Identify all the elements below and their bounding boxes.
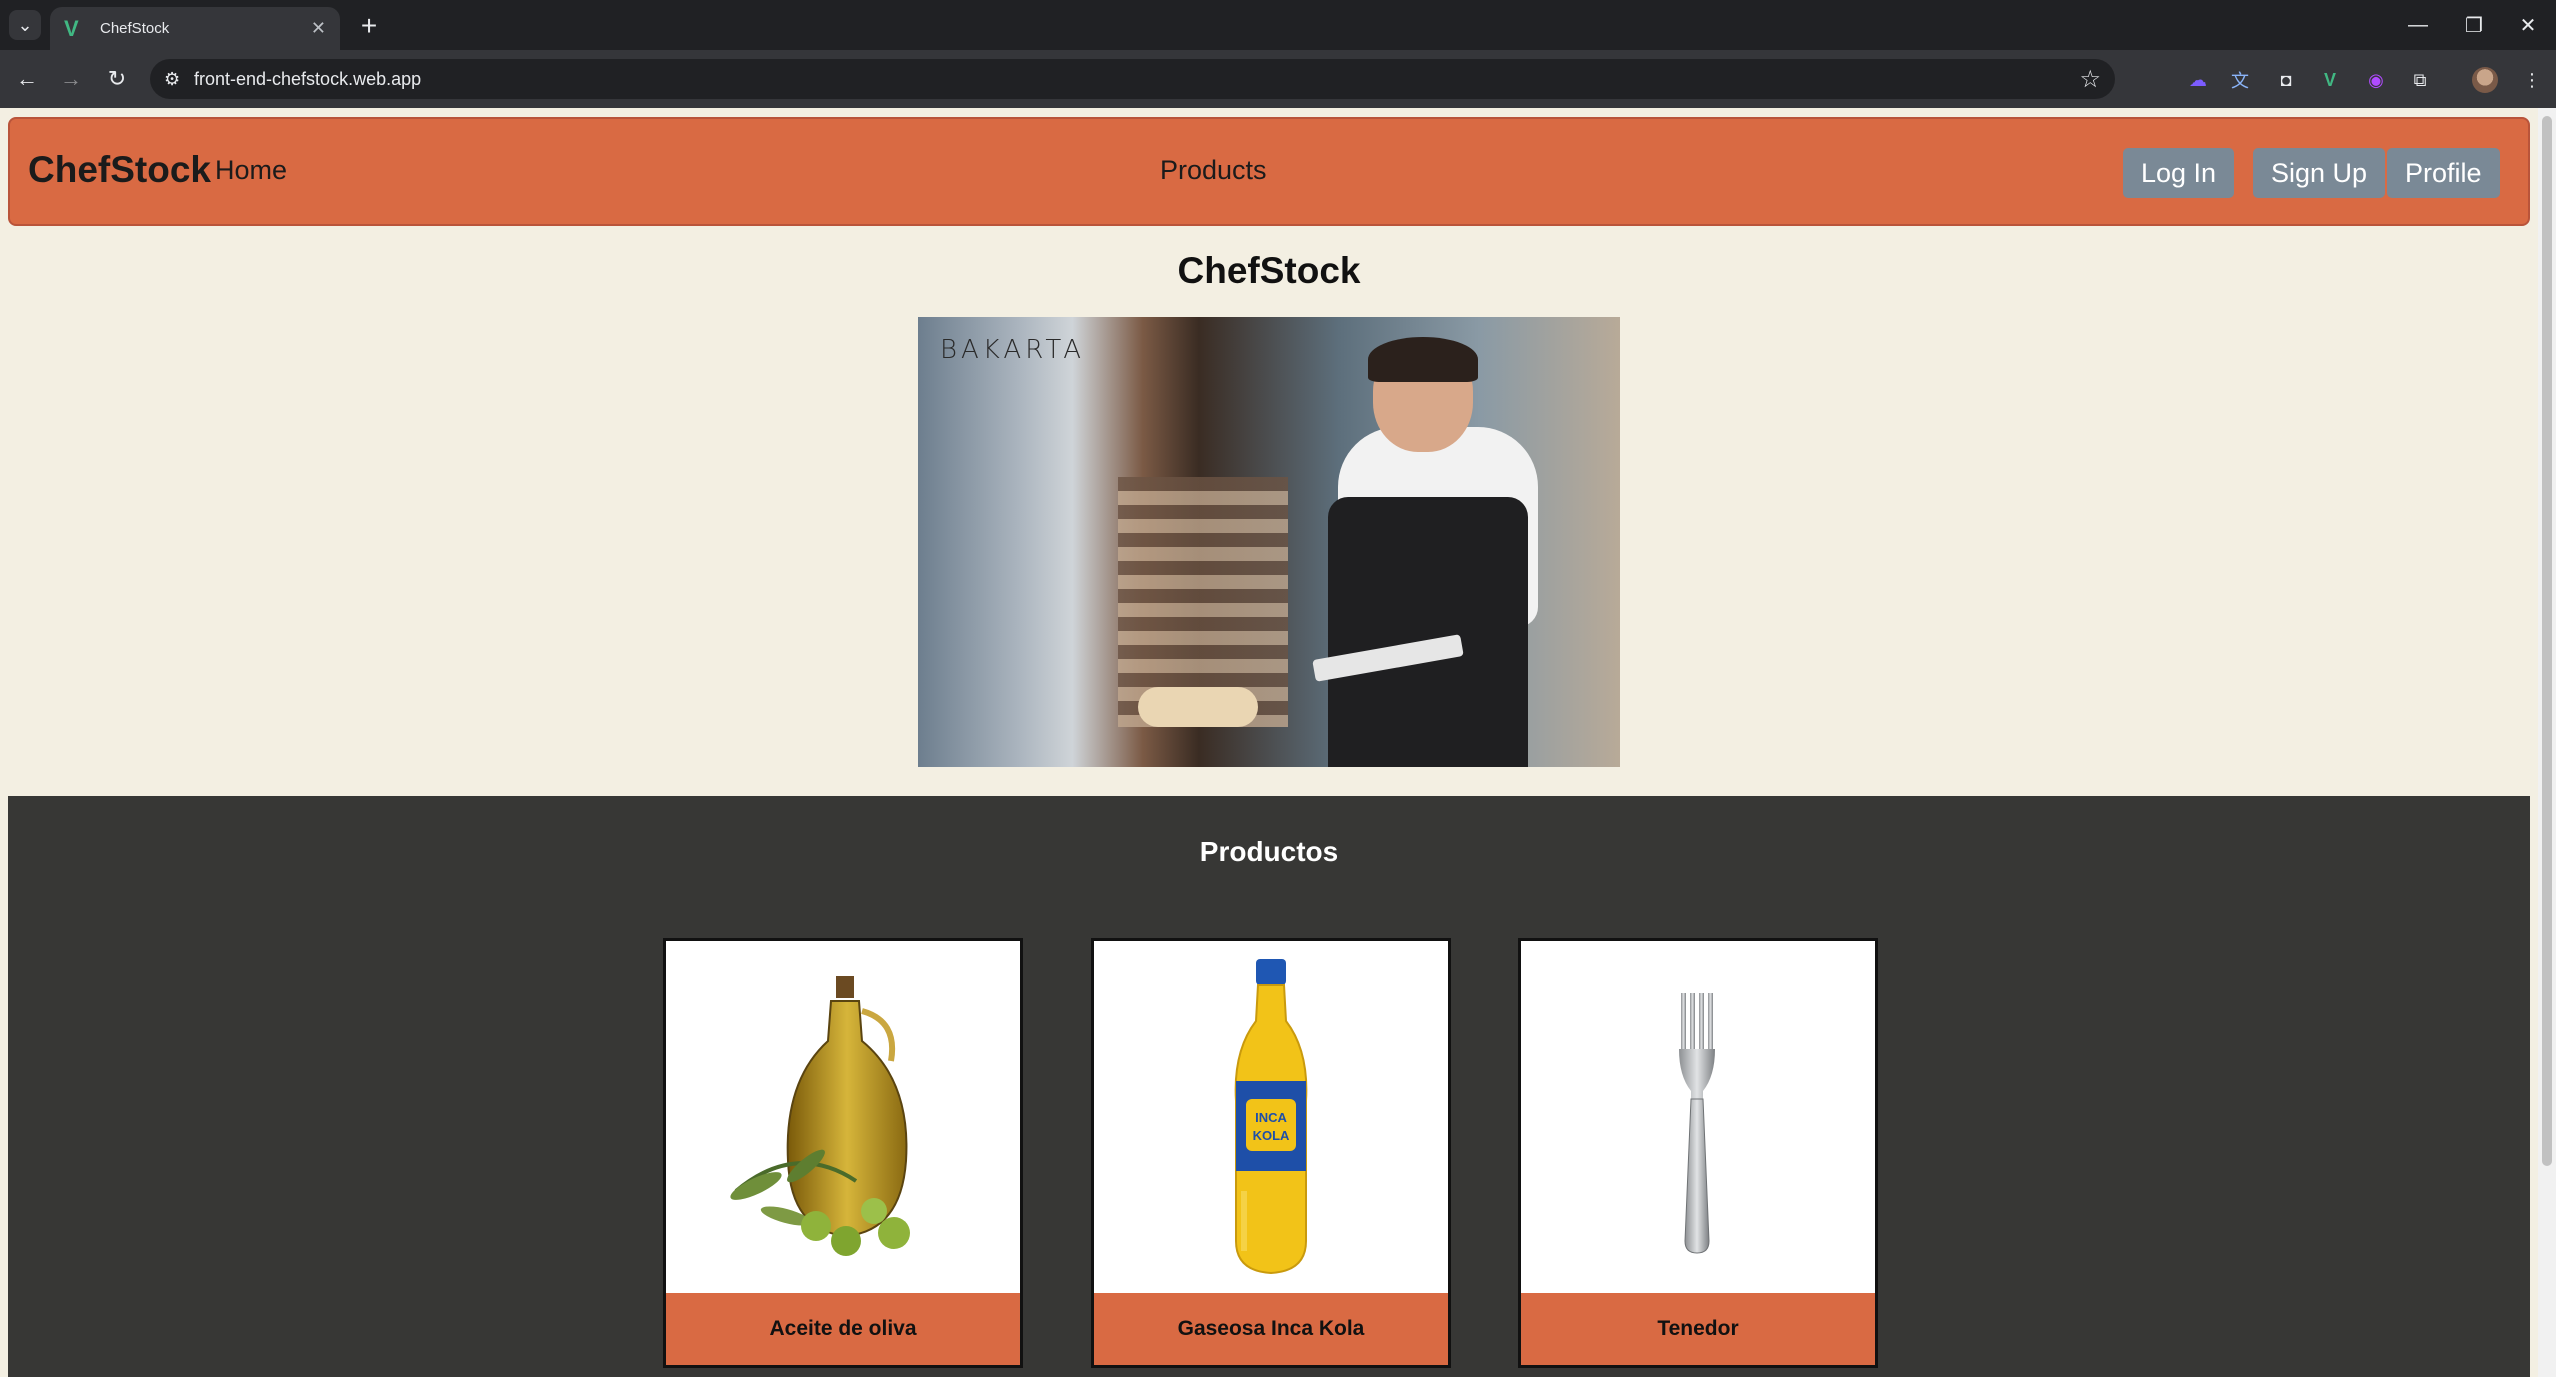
browser-toolbar: ← → ↻ ⚙ front-end-chefstock.web.app ☆ ☁ … bbox=[0, 50, 2556, 108]
olive-oil-image bbox=[666, 941, 1020, 1293]
profile-avatar-icon[interactable] bbox=[2472, 67, 2498, 93]
fork-image bbox=[1521, 941, 1875, 1293]
translate-icon[interactable]: 文 bbox=[2226, 66, 2254, 94]
products-heading: Productos bbox=[1199, 836, 1339, 867]
address-bar[interactable]: ⚙ front-end-chefstock.web.app ☆ bbox=[150, 59, 2115, 99]
product-card-aceite-de-oliva[interactable]: Aceite de oliva bbox=[663, 938, 1023, 1368]
product-card-gaseosa-inca-kola[interactable]: INCA KOLA Gaseosa Inca Kola bbox=[1091, 938, 1451, 1368]
site-navbar: ChefStock Home Products Log In Sign Up P… bbox=[8, 117, 2530, 226]
tab-search-button[interactable]: ⌄ bbox=[9, 10, 41, 40]
profile-button[interactable]: Profile bbox=[2387, 148, 2500, 198]
forward-icon[interactable]: → bbox=[56, 64, 86, 94]
hero-image-logo: BAKARTA bbox=[940, 335, 1086, 365]
close-tab-icon[interactable]: ✕ bbox=[311, 18, 326, 39]
nav-products-link[interactable]: Products bbox=[1160, 155, 1267, 186]
extension-cloud-icon[interactable]: ☁ bbox=[2184, 66, 2212, 94]
browser-menu-icon[interactable]: ⋮ bbox=[2518, 66, 2546, 94]
back-icon[interactable]: ← bbox=[12, 64, 42, 94]
new-tab-button[interactable]: + bbox=[352, 9, 386, 43]
brand-logo-text[interactable]: ChefStock bbox=[28, 149, 211, 191]
hero-image-bread bbox=[1138, 687, 1258, 727]
vue-devtools-icon[interactable]: V bbox=[2316, 66, 2344, 94]
extension-box-icon[interactable]: ◘ bbox=[2272, 66, 2300, 94]
login-button[interactable]: Log In bbox=[2123, 148, 2235, 198]
close-window-icon[interactable]: ✕ bbox=[2500, 0, 2556, 50]
url-text[interactable]: front-end-chefstock.web.app bbox=[194, 69, 2079, 90]
reload-icon[interactable]: ↻ bbox=[102, 64, 132, 94]
bottle-label-line-1: INCA bbox=[1255, 1110, 1287, 1125]
bookmark-star-icon[interactable]: ☆ bbox=[2079, 65, 2101, 94]
signup-button[interactable]: Sign Up bbox=[2253, 148, 2386, 198]
product-name: Aceite de oliva bbox=[666, 1293, 1020, 1365]
inca-kola-bottle-image: INCA KOLA bbox=[1094, 941, 1448, 1293]
scrollbar-thumb[interactable] bbox=[2542, 116, 2552, 1166]
restore-window-icon[interactable]: ❐ bbox=[2446, 0, 2502, 50]
page-viewport: ChefStock Home Products Log In Sign Up P… bbox=[0, 108, 2538, 1377]
page-scrollbar[interactable] bbox=[2538, 108, 2556, 1377]
product-name: Gaseosa Inca Kola bbox=[1094, 1293, 1448, 1365]
hero-image-baker-with-tablet: BAKARTA bbox=[918, 317, 1620, 767]
vue-favicon-icon: V bbox=[64, 15, 79, 41]
browser-tab-bar: ⌄ V ChefStock ✕ + — ❐ ✕ bbox=[0, 0, 2556, 50]
nav-home-link[interactable]: Home bbox=[215, 155, 287, 186]
hero-image-person-hair bbox=[1368, 337, 1478, 382]
bottle-label-line-2: KOLA bbox=[1253, 1128, 1290, 1143]
extension-circle-icon[interactable]: ◉ bbox=[2362, 66, 2390, 94]
product-name: Tenedor bbox=[1521, 1293, 1875, 1365]
browser-tab[interactable]: V ChefStock ✕ bbox=[50, 7, 340, 50]
minimize-window-icon[interactable]: — bbox=[2390, 0, 2446, 50]
products-section: Productos Aceite de oliva INCA KOLA Gase… bbox=[8, 796, 2530, 1377]
product-card-tenedor[interactable]: Tenedor bbox=[1518, 938, 1878, 1368]
extensions-puzzle-icon[interactable]: ⧉ bbox=[2406, 66, 2434, 94]
tab-title: ChefStock bbox=[100, 20, 170, 37]
hero-title: ChefStock bbox=[1177, 250, 1361, 291]
hero-image-person-apron bbox=[1328, 497, 1528, 767]
site-info-icon[interactable]: ⚙ bbox=[164, 69, 194, 90]
